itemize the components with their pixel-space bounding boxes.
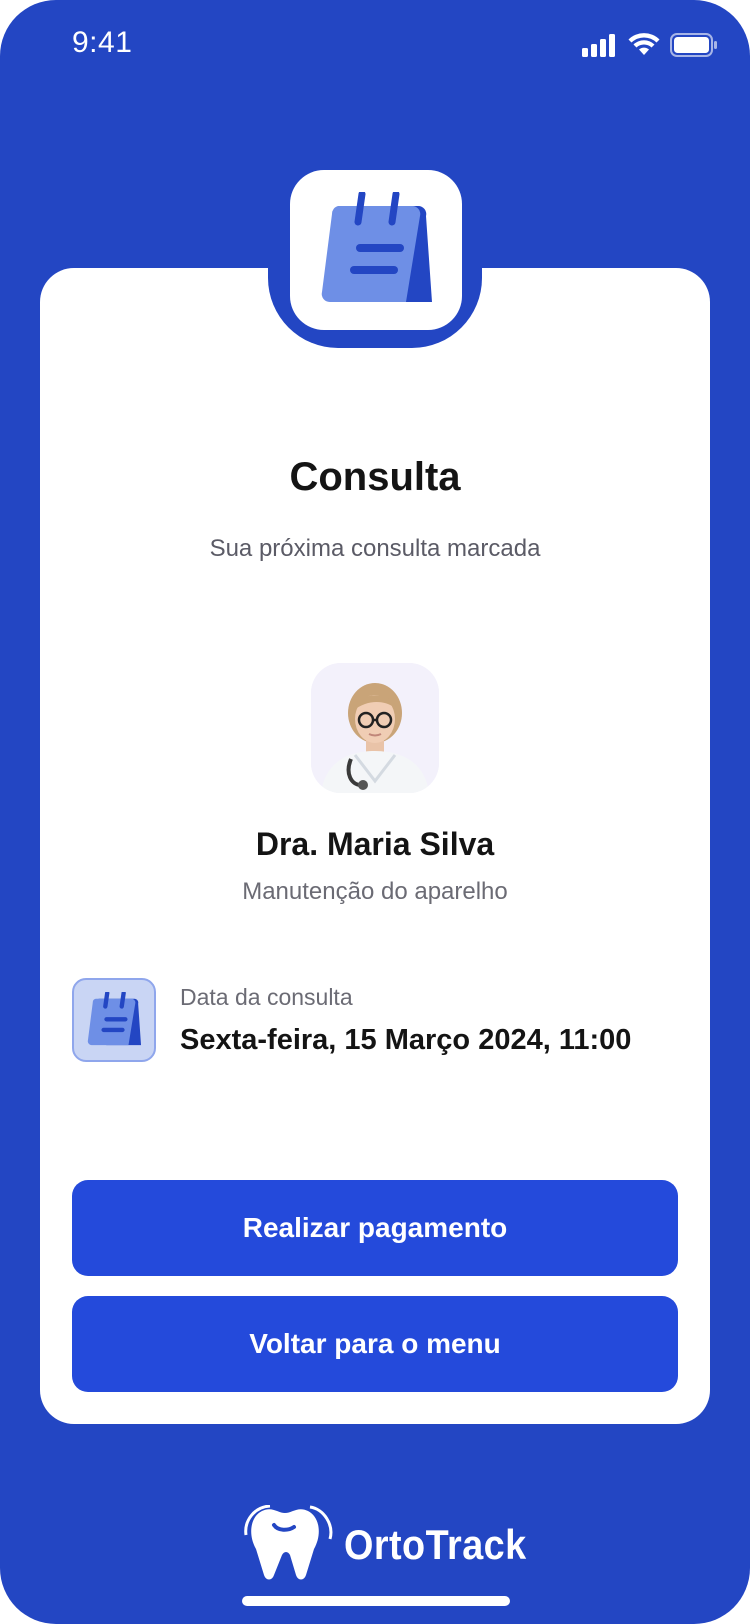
brand-name: OrtoTrack xyxy=(344,1521,527,1568)
doctor-specialty: Manutenção do aparelho xyxy=(242,878,508,905)
calendar-badge xyxy=(290,170,462,330)
brand-logo: OrtoTrack xyxy=(244,1505,547,1585)
calendar-icon xyxy=(321,192,432,303)
phone-screen: 9:41 Consulta Sua próxima consulta marca… xyxy=(0,0,750,1624)
battery-icon xyxy=(670,33,717,57)
tooth-logo-icon xyxy=(244,1505,333,1580)
appointment-date-value: Sexta-feira, 15 Março 2024, 11:00 xyxy=(180,1024,632,1056)
doctor-name: Dra. Maria Silva xyxy=(255,826,495,862)
back-to-menu-button[interactable]: Voltar para o menu xyxy=(72,1296,678,1392)
calendar-icon xyxy=(87,992,142,1046)
date-icon-box xyxy=(72,978,156,1062)
signal-icon xyxy=(582,34,615,57)
page-title: Consulta xyxy=(289,455,461,499)
wifi-icon xyxy=(628,33,660,55)
doctor-avatar xyxy=(311,663,439,793)
status-time: 9:41 xyxy=(72,26,133,59)
status-icons xyxy=(582,32,718,58)
page-subtitle: Sua próxima consulta marcada xyxy=(209,535,541,562)
home-indicator[interactable] xyxy=(242,1596,510,1606)
appointment-date-label: Data da consulta xyxy=(180,984,353,1010)
doctor-photo xyxy=(311,663,439,793)
pay-button[interactable]: Realizar pagamento xyxy=(72,1180,678,1276)
